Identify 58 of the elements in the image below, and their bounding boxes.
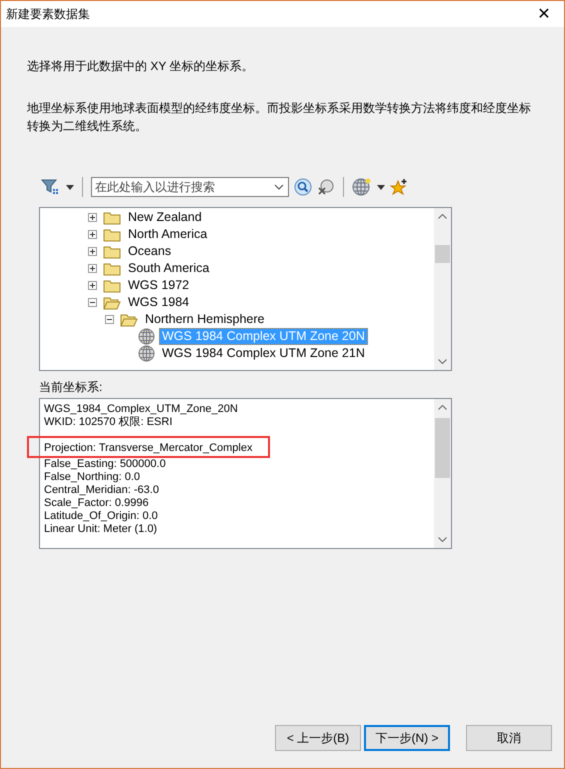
dialog-button[interactable]: 下一步(N) >	[364, 725, 450, 751]
expand-icon[interactable]	[88, 213, 97, 222]
folder-icon	[120, 312, 138, 326]
search-field[interactable]: 在此处输入以进行搜索	[91, 177, 289, 197]
description-text: 地理坐标系使用地球表面模型的经纬度坐标。而投影坐标系采用数学转换方法将纬度和经度坐标转换为二维线性系统。	[27, 100, 532, 135]
folder-icon	[103, 278, 121, 292]
scroll-up-icon[interactable]	[438, 405, 447, 410]
detail-text: Projection: Transverse_Mercator_Complex	[44, 442, 252, 455]
collapse-icon[interactable]	[88, 298, 97, 307]
dialog-button[interactable]: < 上一步(B)	[275, 725, 361, 751]
globe-icon	[138, 328, 155, 345]
expand-icon[interactable]	[88, 281, 97, 290]
clear-search-icon[interactable]	[317, 178, 335, 196]
globe-icon	[138, 345, 155, 362]
dialog-button[interactable]: 取消	[466, 725, 552, 751]
scrollbar-thumb[interactable]	[435, 418, 450, 478]
detail-text: False_Easting: 500000.0	[44, 458, 166, 471]
detail-text: Linear Unit: Meter (1.0)	[44, 523, 158, 536]
detail-text: Scale_Factor: 0.9996	[44, 497, 149, 510]
globe-icon[interactable]	[352, 178, 372, 196]
dropdown-arrow-icon[interactable]	[66, 184, 74, 190]
expand-icon[interactable]	[88, 264, 97, 273]
expand-icon[interactable]	[88, 247, 97, 256]
scrollbar[interactable]	[434, 399, 451, 548]
tree-item[interactable]: South America	[125, 260, 212, 277]
scroll-down-icon[interactable]	[438, 359, 447, 364]
folder-icon	[103, 210, 121, 224]
window-title: 新建要素数据集	[6, 6, 90, 22]
tree-item[interactable]: Oceans	[125, 243, 174, 260]
filter-icon[interactable]	[41, 178, 61, 196]
folder-icon	[103, 228, 121, 242]
detail-text: False_Northing: 0.0	[44, 471, 140, 484]
scrollbar-thumb[interactable]	[435, 245, 450, 263]
detail-text: WKID: 102570 权限: ESRI	[44, 416, 174, 429]
detail-text: WGS_1984_Complex_UTM_Zone_20N	[44, 403, 239, 416]
tree-item[interactable]: Northern Hemisphere	[142, 311, 268, 328]
scrollbar[interactable]	[434, 208, 451, 370]
tree-item[interactable]: WGS 1984 Complex UTM Zone 21N	[159, 345, 368, 362]
folder-icon	[103, 296, 121, 310]
section-label: 当前坐标系:	[39, 379, 104, 396]
tree-item[interactable]: North America	[125, 226, 210, 243]
instruction-text: 选择将用于此数据中的 XY 坐标的坐标系。	[27, 58, 254, 75]
chevron-down-icon[interactable]	[274, 184, 284, 190]
tree-item[interactable]: WGS 1984	[125, 294, 192, 311]
favorite-star-icon[interactable]	[390, 178, 408, 196]
dropdown-arrow-icon[interactable]	[377, 184, 385, 190]
close-button[interactable]: ✕	[524, 1, 564, 27]
collapse-icon[interactable]	[105, 315, 114, 324]
folder-icon	[103, 262, 121, 276]
folder-icon	[103, 244, 121, 258]
detail-text: Central_Meridian: -63.0	[44, 484, 159, 497]
scroll-down-icon[interactable]	[438, 537, 447, 542]
expand-icon[interactable]	[88, 230, 97, 239]
scroll-up-icon[interactable]	[438, 214, 447, 219]
tree-item[interactable]: New Zealand	[125, 209, 205, 226]
detail-text: Latitude_Of_Origin: 0.0	[44, 510, 158, 523]
search-icon[interactable]	[294, 178, 312, 196]
tree-item[interactable]: WGS 1972	[125, 277, 192, 294]
